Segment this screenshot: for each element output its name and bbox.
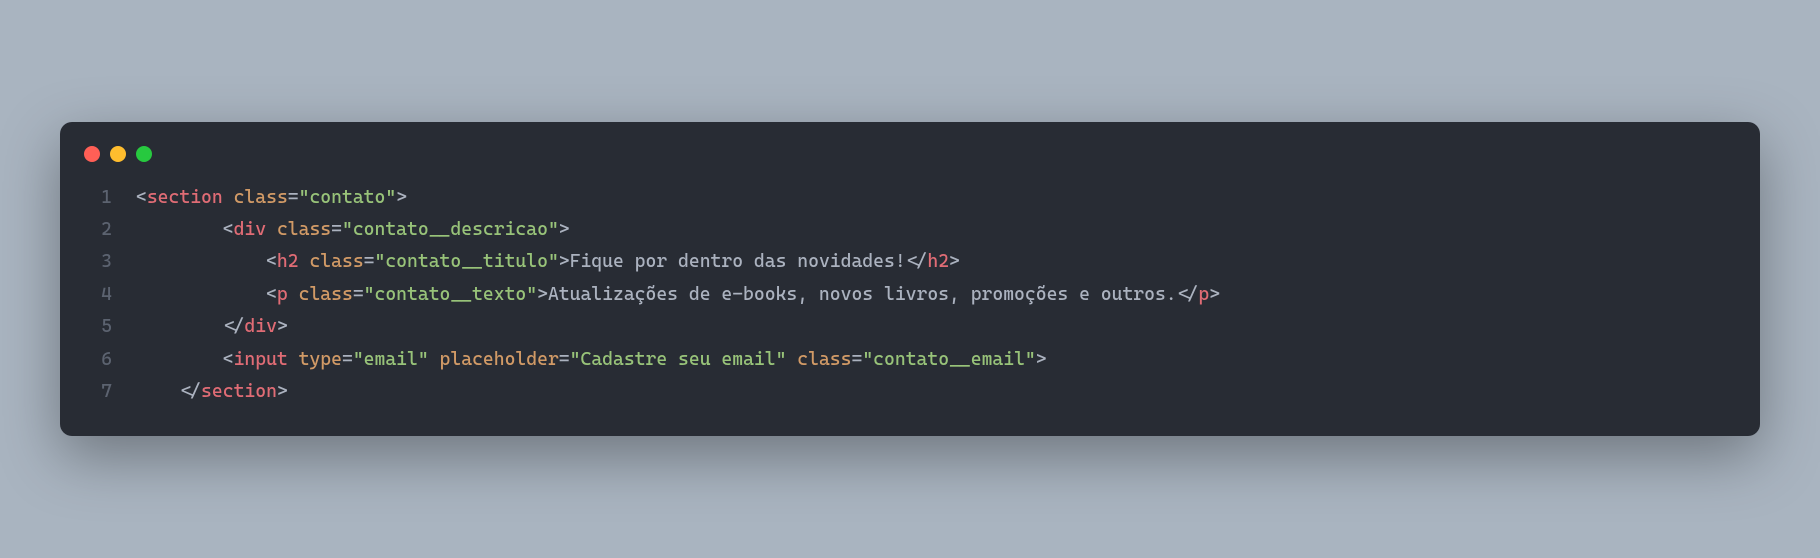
line-content: </section> xyxy=(136,376,288,408)
line-number: 2 xyxy=(84,214,112,246)
token-tag: h2 xyxy=(277,251,299,272)
token-text xyxy=(288,349,299,370)
token-punc: > xyxy=(949,251,960,272)
line-content: <div class="contato__descricao"> xyxy=(136,214,570,246)
token-punc: > xyxy=(1036,349,1047,370)
token-tag: h2 xyxy=(927,251,949,272)
token-text xyxy=(223,187,234,208)
token-tag: input xyxy=(234,349,288,370)
line-content: <h2 class="contato__titulo">Fique por de… xyxy=(136,246,960,278)
line-number: 7 xyxy=(84,376,112,408)
token-str: "email" xyxy=(353,349,429,370)
token-attr: placeholder xyxy=(440,349,559,370)
token-str: "contato__texto" xyxy=(364,284,537,305)
token-punc: < xyxy=(266,251,277,272)
token-eq: = xyxy=(331,219,342,240)
token-punc: > xyxy=(396,187,407,208)
token-attr: class xyxy=(797,349,851,370)
token-attr: class xyxy=(309,251,363,272)
line-number: 1 xyxy=(84,182,112,214)
token-punc: > xyxy=(277,381,288,402)
token-attr: class xyxy=(277,219,331,240)
token-attr: type xyxy=(299,349,342,370)
token-str: "contato" xyxy=(299,187,397,208)
code-block[interactable]: 1<section class="contato">2 <div class="… xyxy=(60,182,1760,409)
token-eq: = xyxy=(288,187,299,208)
token-attr: class xyxy=(299,284,353,305)
token-punc: > xyxy=(1209,284,1220,305)
token-eq: = xyxy=(851,349,862,370)
code-line: 7 </section> xyxy=(60,376,1760,408)
token-text xyxy=(786,349,797,370)
maximize-icon[interactable] xyxy=(136,146,152,162)
token-str: "contato__descricao" xyxy=(342,219,559,240)
token-punc: </ xyxy=(179,381,201,402)
minimize-icon[interactable] xyxy=(110,146,126,162)
token-punc: > xyxy=(559,219,570,240)
token-text xyxy=(288,284,299,305)
titlebar xyxy=(60,146,1760,182)
token-punc: < xyxy=(136,187,147,208)
token-tag: p xyxy=(1198,284,1209,305)
token-str: "Cadastre seu email" xyxy=(570,349,787,370)
token-str: "contato__titulo" xyxy=(375,251,559,272)
token-tag: div xyxy=(244,316,277,337)
token-eq: = xyxy=(559,349,570,370)
code-line: 2 <div class="contato__descricao"> xyxy=(60,214,1760,246)
token-punc: < xyxy=(266,284,277,305)
line-number: 5 xyxy=(84,311,112,343)
code-line: 3 <h2 class="contato__titulo">Fique por … xyxy=(60,246,1760,278)
line-content: </div> xyxy=(136,311,288,343)
line-number: 4 xyxy=(84,279,112,311)
token-attr: class xyxy=(234,187,288,208)
token-punc: > xyxy=(559,251,570,272)
token-tag: p xyxy=(277,284,288,305)
code-window: 1<section class="contato">2 <div class="… xyxy=(60,122,1760,437)
token-punc: > xyxy=(537,284,548,305)
close-icon[interactable] xyxy=(84,146,100,162)
token-punc: < xyxy=(223,349,234,370)
code-line: 6 <input type="email" placeholder="Cadas… xyxy=(60,344,1760,376)
line-content: <input type="email" placeholder="Cadastr… xyxy=(136,344,1047,376)
token-punc: </ xyxy=(1177,284,1199,305)
code-line: 4 <p class="contato__texto">Atualizações… xyxy=(60,279,1760,311)
token-text xyxy=(299,251,310,272)
token-eq: = xyxy=(342,349,353,370)
token-punc: </ xyxy=(906,251,928,272)
token-tag: section xyxy=(201,381,277,402)
token-text: Atualizações de e-books, novos livros, p… xyxy=(548,284,1177,305)
token-eq: = xyxy=(353,284,364,305)
code-line: 1 <section class="contato"> xyxy=(60,182,1760,214)
token-str: "contato__email" xyxy=(862,349,1035,370)
token-punc: > xyxy=(277,316,288,337)
code-line: 5 </div> xyxy=(60,311,1760,343)
line-number: 3 xyxy=(84,246,112,278)
line-content: <section class="contato"> xyxy=(136,182,407,214)
line-number: 6 xyxy=(84,344,112,376)
token-text xyxy=(429,349,440,370)
token-text xyxy=(266,219,277,240)
token-eq: = xyxy=(364,251,375,272)
token-text: Fique por dentro das novidades! xyxy=(570,251,906,272)
token-punc: < xyxy=(223,219,234,240)
token-tag: section xyxy=(147,187,223,208)
token-punc: </ xyxy=(223,316,245,337)
line-content: <p class="contato__texto">Atualizações d… xyxy=(136,279,1220,311)
token-tag: div xyxy=(234,219,267,240)
